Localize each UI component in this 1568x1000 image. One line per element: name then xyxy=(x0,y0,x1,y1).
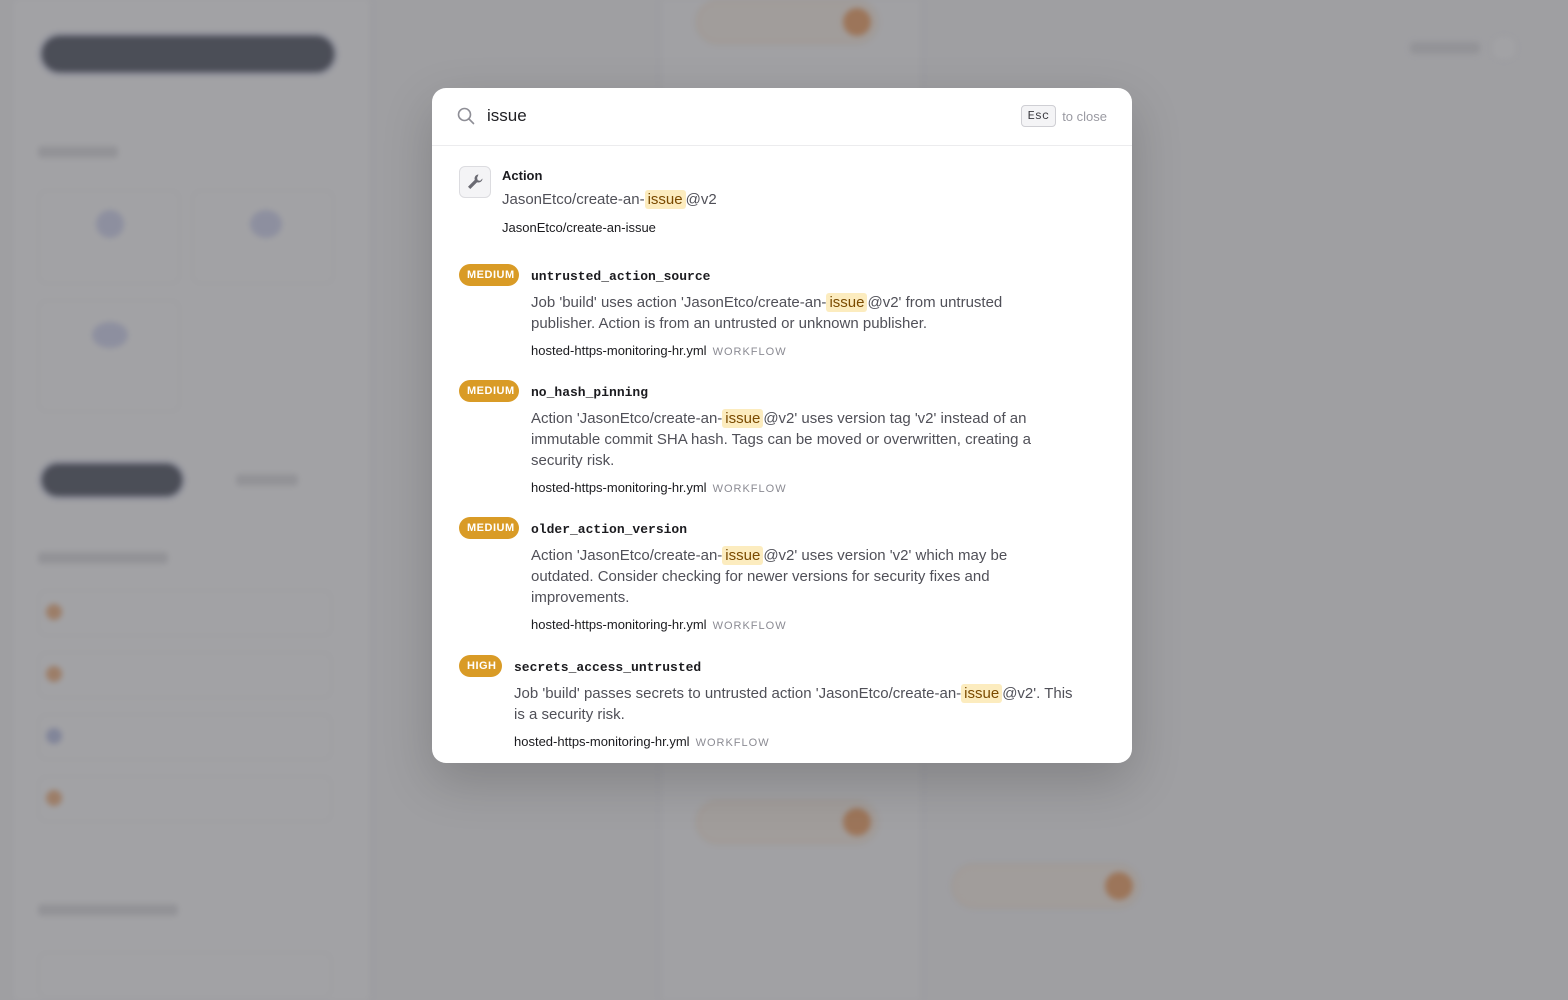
result-finding[interactable]: HIGH secrets_access_untrusted Job 'build… xyxy=(432,643,1132,751)
result-meta: hosted-https-monitoring-hr.yml WORKFLOW xyxy=(531,617,787,632)
search-bar: Esc to close xyxy=(432,88,1132,146)
result-file: hosted-https-monitoring-hr.yml xyxy=(531,343,707,358)
result-title: secrets_access_untrusted xyxy=(514,660,702,675)
result-meta: hosted-https-monitoring-hr.yml WORKFLOW xyxy=(514,734,770,749)
result-description: Job 'build' passes secrets to untrusted … xyxy=(514,684,1073,723)
result-meta: hosted-https-monitoring-hr.yml WORKFLOW xyxy=(531,343,787,358)
result-action[interactable]: Action JasonEtco/create-an-issue @v2 Jaso… xyxy=(432,146,1132,240)
result-finding[interactable]: MEDIUM no_hash_pinning Action 'JasonEtco… xyxy=(432,368,1132,496)
search-highlight: issue xyxy=(826,293,868,312)
severity-badge: MEDIUM xyxy=(459,380,519,402)
result-description: Action 'JasonEtco/create-an-issue @v2' us… xyxy=(531,546,1008,606)
esc-key[interactable]: Esc xyxy=(1020,105,1057,127)
severity-badge: MEDIUM xyxy=(459,517,519,539)
result-description: Action 'JasonEtco/create-an-issue @v2' us… xyxy=(531,409,1031,469)
result-tag: WORKFLOW xyxy=(712,620,787,632)
result-meta: JasonEtco/create-an-issue xyxy=(502,220,656,235)
search-input[interactable] xyxy=(487,102,1007,130)
search-icon xyxy=(457,107,475,125)
wrench-icon xyxy=(459,166,491,198)
result-finding[interactable]: MEDIUM older_action_version Action 'Jaso… xyxy=(432,505,1132,633)
result-title: older_action_version xyxy=(531,522,688,537)
result-title: no_hash_pinning xyxy=(531,385,649,400)
result-description: Job 'build' uses action 'JasonEtco/creat… xyxy=(531,293,1003,332)
search-highlight: issue xyxy=(722,546,764,565)
result-finding[interactable]: MEDIUM untrusted_action_source Job 'buil… xyxy=(432,252,1132,360)
esc-hint: Esc to close xyxy=(1020,105,1107,127)
search-highlight: issue xyxy=(644,190,686,209)
search-highlight: issue xyxy=(722,409,764,428)
command-palette: Esc to close Action JasonEtco/create-an-… xyxy=(432,88,1132,763)
result-file: hosted-https-monitoring-hr.yml xyxy=(514,734,690,749)
result-description: JasonEtco/create-an-issue @v2 xyxy=(502,190,717,209)
result-file: hosted-https-monitoring-hr.yml xyxy=(531,480,707,495)
result-tag: WORKFLOW xyxy=(712,346,787,358)
severity-badge: HIGH xyxy=(459,655,502,677)
result-title: Action xyxy=(502,168,543,183)
severity-badge: MEDIUM xyxy=(459,264,519,286)
result-file: hosted-https-monitoring-hr.yml xyxy=(531,617,707,632)
result-tag: WORKFLOW xyxy=(695,737,770,749)
result-title: untrusted_action_source xyxy=(531,269,711,284)
search-highlight: issue xyxy=(961,684,1003,703)
result-tag: WORKFLOW xyxy=(712,483,787,495)
result-meta: hosted-https-monitoring-hr.yml WORKFLOW xyxy=(531,480,787,495)
esc-hint-text: to close xyxy=(1062,108,1107,124)
